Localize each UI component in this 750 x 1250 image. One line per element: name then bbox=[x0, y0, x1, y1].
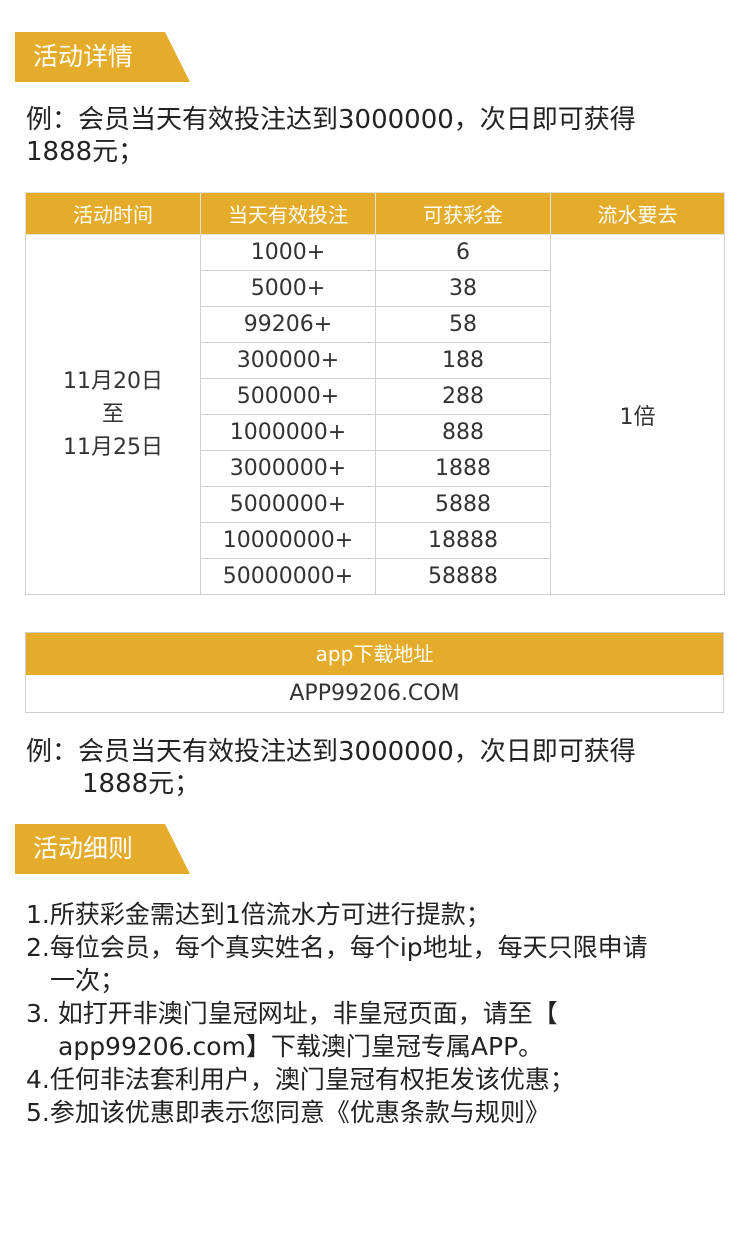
header-daily-bet: 当天有效投注 bbox=[200, 192, 376, 235]
bonus-amount-cell: 5888 bbox=[375, 486, 551, 523]
bonus-amount-cell: 288 bbox=[375, 378, 551, 415]
rule-3-cont: app99206.com】下载澳门皇冠专属APP。 bbox=[58, 1032, 544, 1061]
table-header-row: 活动时间 当天有效投注 可获彩金 流水要去 bbox=[25, 192, 725, 235]
example-text-bottom: 例：会员当天有效投注达到3000000，次日即可获得 1888元； bbox=[26, 736, 726, 800]
rule-2-cont: 一次； bbox=[50, 966, 126, 995]
table-row: 11月20日至 11月25日 1000+ 6 1倍 bbox=[25, 234, 725, 595]
rule-3: 3. 如打开非澳门皇冠网址，非皇冠页面，请至【 bbox=[26, 999, 558, 1028]
example2-line-2: 1888元； bbox=[82, 769, 201, 799]
bonus-amount-cell: 6 bbox=[375, 234, 551, 271]
app-download-address[interactable]: APP99206.COM bbox=[26, 675, 723, 712]
bet-amount-cell: 3000000+ bbox=[200, 450, 376, 487]
example-text-top: 例：会员当天有效投注达到3000000，次日即可获得 1888元； bbox=[26, 104, 726, 168]
activity-period-line: 11月20日 bbox=[63, 369, 163, 394]
bonus-amount-cell: 888 bbox=[375, 414, 551, 451]
bet-amount-cell: 1000+ bbox=[200, 234, 376, 271]
bet-amount-cell: 300000+ bbox=[200, 342, 376, 379]
bonus-amount-cell: 58888 bbox=[375, 558, 551, 595]
rule-5: 5.参加该优惠即表示您同意《优惠条款与规则》 bbox=[26, 1098, 550, 1127]
rule-4: 4.任何非法套利用户，澳门皇冠有权拒发该优惠； bbox=[26, 1065, 575, 1094]
bet-amount-cell: 99206+ bbox=[200, 306, 376, 343]
app-download-header: app下载地址 bbox=[26, 633, 723, 675]
example-line-1: 例：会员当天有效投注达到3000000，次日即可获得 bbox=[26, 105, 636, 135]
rollover-cell: 1倍 bbox=[550, 234, 725, 595]
bet-amount-cell: 5000000+ bbox=[200, 486, 376, 523]
bet-amount-cell: 50000000+ bbox=[200, 558, 376, 595]
example2-line-1: 例：会员当天有效投注达到3000000，次日即可获得 bbox=[26, 737, 636, 767]
example-line-2: 1888元； bbox=[26, 137, 145, 167]
bonus-table: 活动时间 当天有效投注 可获彩金 流水要去 11月20日至 11月25日 1000+… bbox=[25, 192, 725, 595]
bet-amount-cell: 10000000+ bbox=[200, 522, 376, 559]
bet-amount-cell: 1000000+ bbox=[200, 414, 376, 451]
app-download-box: app下载地址 APP99206.COM bbox=[25, 632, 724, 713]
bonus-amount-cell: 38 bbox=[375, 270, 551, 307]
header-bonus: 可获彩金 bbox=[375, 192, 551, 235]
activity-period-line: 至 bbox=[101, 402, 124, 427]
bonus-amount-cell: 1888 bbox=[375, 450, 551, 487]
section-title-rules: 活动细则 bbox=[15, 824, 190, 874]
bet-amount-cell: 500000+ bbox=[200, 378, 376, 415]
bonus-amount-cell: 18888 bbox=[375, 522, 551, 559]
activity-period-cell: 11月20日至 11月25日 bbox=[25, 234, 201, 595]
rules-list: 1.所获彩金需达到1倍流水方可进行提款； 2.每位会员，每个真实姓名，每个ip地… bbox=[26, 898, 726, 1129]
header-rollover: 流水要去 bbox=[550, 192, 725, 235]
activity-period-line: 11月25日 bbox=[63, 435, 163, 460]
rule-1: 1.所获彩金需达到1倍流水方可进行提款； bbox=[26, 900, 491, 929]
table-body: 11月20日至 11月25日 1000+ 6 1倍 5000+ 38 99206+ 58 3000… bbox=[25, 234, 725, 595]
rule-2: 2.每位会员，每个真实姓名，每个ip地址，每天只限申请 bbox=[26, 933, 648, 962]
section-title-activity-details: 活动详情 bbox=[15, 32, 190, 82]
bet-amount-cell: 5000+ bbox=[200, 270, 376, 307]
bonus-amount-cell: 58 bbox=[375, 306, 551, 343]
bonus-amount-cell: 188 bbox=[375, 342, 551, 379]
header-activity-time: 活动时间 bbox=[25, 192, 201, 235]
